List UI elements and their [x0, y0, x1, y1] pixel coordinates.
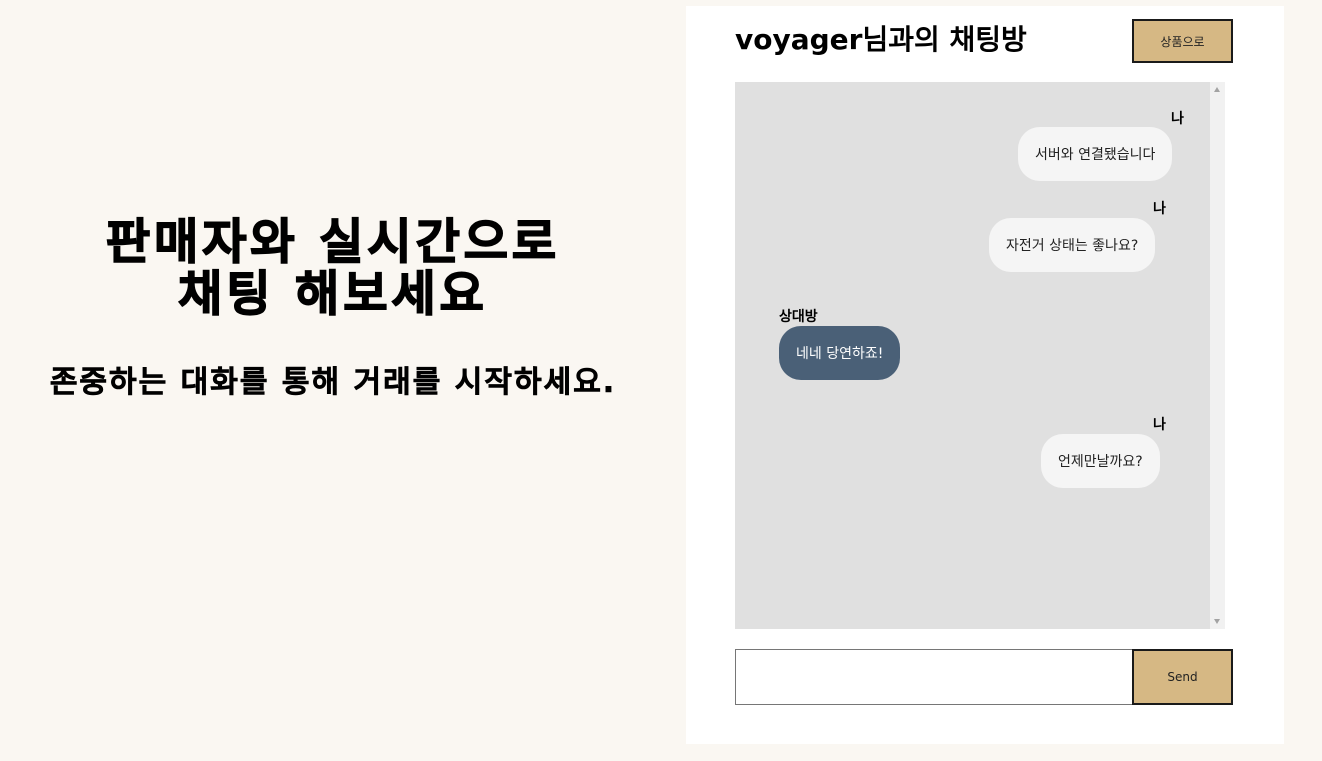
go-to-product-button[interactable]: 상품으로 [1132, 19, 1233, 63]
message-bubble-mine: 자전거 상태는 좋나요? [989, 218, 1156, 272]
message-bubble-mine: 서버와 연결됐습니다 [1018, 127, 1173, 181]
message-sender-me: 나 [1171, 111, 1184, 127]
message-input[interactable] [735, 649, 1133, 705]
hero-subtitle: 존중하는 대화를 통해 거래를 시작하세요. [49, 365, 617, 401]
chat-scrollbar[interactable] [1210, 82, 1225, 629]
hero-title-line-2: 채팅 해보세요 [177, 266, 488, 322]
send-button[interactable]: Send [1132, 649, 1233, 705]
hero-title-line-1: 판매자와 실시간으로 [105, 214, 561, 270]
message-bubble-mine: 언제만날까요? [1041, 434, 1160, 488]
message-sender-me: 나 [1153, 201, 1166, 217]
message-bubble-other: 네네 당연하죠! [779, 326, 901, 380]
chat-room-title: voyager님과의 채팅방 [735, 23, 1027, 56]
scroll-down-arrow-icon[interactable] [1214, 619, 1220, 624]
chat-panel: voyager님과의 채팅방 상품으로 나 서버와 연결됐습니다 나 자전거 상… [686, 6, 1284, 744]
scroll-up-arrow-icon[interactable] [1214, 87, 1220, 92]
message-list[interactable]: 나 서버와 연결됐습니다 나 자전거 상태는 좋나요? 상대방 네네 당연하죠!… [735, 82, 1225, 629]
hero-title: 판매자와 실시간으로 채팅 해보세요 [0, 214, 666, 322]
message-sender-me: 나 [1153, 417, 1166, 433]
hero-section: 판매자와 실시간으로 채팅 해보세요 존중하는 대화를 통해 거래를 시작하세요… [0, 0, 666, 761]
message-sender-other: 상대방 [779, 309, 818, 325]
